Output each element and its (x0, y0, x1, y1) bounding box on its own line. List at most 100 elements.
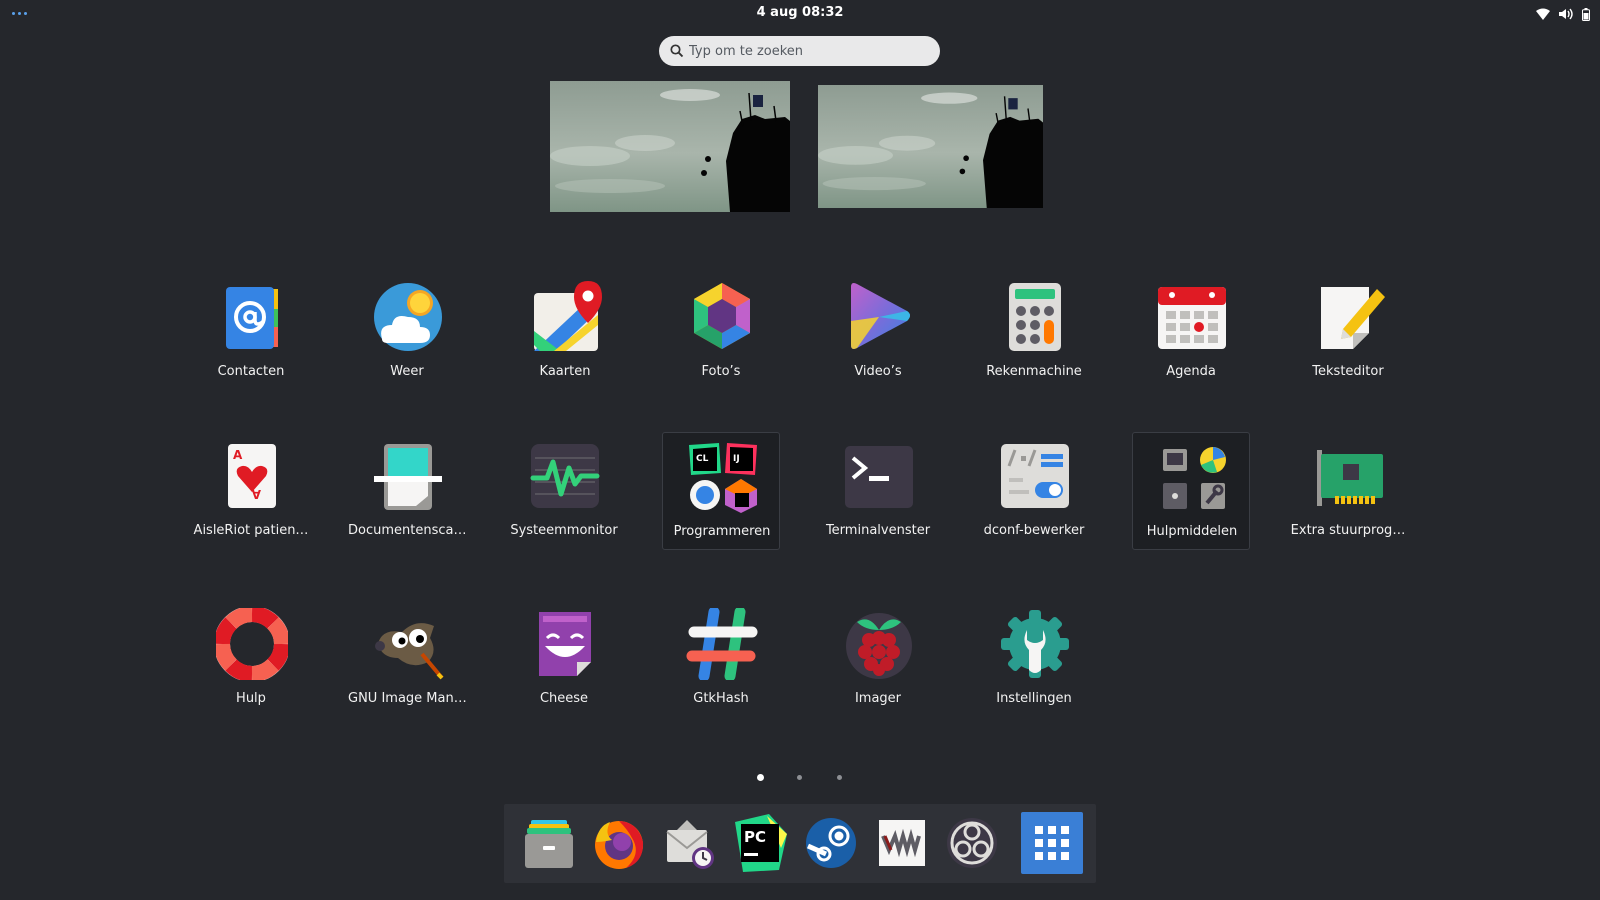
app-label: dconf-bewerker (983, 523, 1085, 538)
top-bar: 4 aug 08:32 (0, 0, 1600, 26)
obs-studio-icon (947, 818, 997, 868)
app-label: Rekenmachine (986, 364, 1082, 379)
app-rekenmachine[interactable]: Rekenmachine (975, 273, 1093, 391)
app-cheese[interactable]: Cheese (505, 600, 623, 718)
gtkhash-icon (686, 608, 758, 680)
app-agenda[interactable]: Agenda (1132, 273, 1250, 391)
dash-firefox[interactable] (588, 812, 650, 874)
app-fotos[interactable]: Foto’s (662, 273, 780, 391)
dash: PC (504, 804, 1096, 883)
calendar-icon (1156, 281, 1228, 353)
app-label: Contacten (217, 364, 285, 379)
app-label: Documentensca… (348, 523, 467, 538)
dash-mail-client[interactable] (659, 812, 721, 874)
additional-drivers-icon (1313, 440, 1385, 512)
app-systeemmonitor[interactable]: Systeemmonitor (505, 432, 623, 550)
dash-steam[interactable] (800, 812, 862, 874)
mail-client-icon (666, 820, 714, 869)
wifi-icon[interactable] (1536, 8, 1550, 20)
system-monitor-icon (529, 440, 601, 512)
steam-icon (806, 818, 856, 868)
cheese-icon (529, 608, 601, 680)
app-instellingen[interactable]: Instellingen (975, 600, 1093, 718)
vmware-icon (879, 820, 925, 866)
folder-programmeren[interactable]: CL IJ Programmeren (662, 432, 780, 550)
aisleriot-icon: A A (216, 440, 288, 512)
folder-label: Programmeren (673, 524, 771, 539)
search-input[interactable] (689, 36, 929, 66)
intellij-label: IJ (733, 454, 740, 464)
app-terminalvenster[interactable]: Terminalvenster (819, 432, 937, 550)
app-label: Imager (854, 691, 902, 706)
app-label: AisleRiot patien… (193, 523, 309, 538)
battery-icon[interactable] (1582, 7, 1590, 21)
app-contacten[interactable]: Contacten (192, 273, 310, 391)
app-label: Hulp (236, 691, 266, 706)
app-label: Cheese (539, 691, 589, 706)
settings-icon (999, 608, 1071, 680)
photos-icon (686, 281, 758, 353)
page-dot-1[interactable] (757, 774, 764, 781)
app-videos[interactable]: Video’s (819, 273, 937, 391)
maps-icon (530, 281, 602, 353)
app-label: Extra stuurprog… (1290, 523, 1406, 538)
app-extra-stuurprogrammas[interactable]: Extra stuurprog… (1289, 432, 1407, 550)
app-gtkhash[interactable]: GtkHash (662, 600, 780, 718)
system-tray[interactable] (1536, 6, 1590, 22)
videos-icon (843, 281, 915, 353)
app-label: Terminalvenster (825, 523, 931, 538)
folder-hulpmiddelen[interactable]: Hulpmiddelen (1132, 432, 1250, 550)
app-kaarten[interactable]: Kaarten (506, 273, 624, 391)
search-bar[interactable] (659, 36, 940, 66)
app-label: Teksteditor (1312, 364, 1384, 379)
dash-obs-studio[interactable] (941, 812, 1003, 874)
app-label: Agenda (1166, 364, 1216, 379)
app-label: Video’s (854, 364, 902, 379)
dash-files[interactable] (517, 812, 579, 874)
files-icon (525, 820, 573, 868)
app-label: Instellingen (996, 691, 1072, 706)
app-label: GtkHash (693, 691, 749, 706)
volume-icon[interactable] (1559, 8, 1573, 20)
calculator-icon (999, 281, 1071, 353)
app-label: GNU Image Man… (348, 691, 467, 706)
app-aisleriot[interactable]: A A AisleRiot patien… (192, 432, 310, 550)
svg-text:A: A (251, 487, 261, 501)
dash-vmware[interactable] (871, 812, 933, 874)
gimp-icon (372, 608, 444, 680)
dconf-editor-icon (999, 440, 1071, 512)
terminal-icon (843, 440, 915, 512)
app-dconf-bewerker[interactable]: dconf-bewerker (975, 432, 1093, 550)
dash-pycharm[interactable]: PC (729, 812, 791, 874)
page-dot-2[interactable] (797, 775, 802, 780)
text-editor-icon (1313, 281, 1385, 353)
app-imager[interactable]: Imager (819, 600, 937, 718)
app-label: Foto’s (701, 364, 741, 379)
app-documentenscanner[interactable]: Documentensca… (348, 432, 466, 550)
document-scanner-icon (372, 440, 444, 512)
workspace-thumbnail-1[interactable] (550, 81, 790, 212)
dash-show-applications[interactable] (1021, 812, 1083, 874)
search-icon (670, 44, 684, 58)
firefox-icon (595, 821, 644, 869)
workspace-thumbnail-2[interactable] (818, 85, 1043, 208)
weather-icon (372, 281, 444, 353)
utilities-folder-icon (1157, 441, 1229, 513)
svg-text:A: A (233, 448, 243, 462)
app-label: Systeemmonitor (510, 523, 618, 538)
page-dot-3[interactable] (837, 775, 842, 780)
app-hulp[interactable]: Hulp (192, 600, 310, 718)
wallpaper-image (550, 81, 790, 212)
folder-label: Hulpmiddelen (1146, 524, 1238, 539)
app-label: Weer (390, 364, 424, 379)
clion-label: CL (696, 454, 709, 464)
wallpaper-image (818, 85, 1043, 208)
contacts-icon (216, 281, 288, 353)
programming-folder-icon: CL IJ (687, 441, 759, 513)
clock[interactable]: 4 aug 08:32 (0, 5, 1600, 20)
app-gimp[interactable]: GNU Image Man… (348, 600, 467, 718)
app-weer[interactable]: Weer (348, 273, 466, 391)
app-teksteditor[interactable]: Teksteditor (1289, 273, 1407, 391)
show-applications-icon (1035, 826, 1069, 860)
raspberry-pi-imager-icon (843, 608, 915, 680)
